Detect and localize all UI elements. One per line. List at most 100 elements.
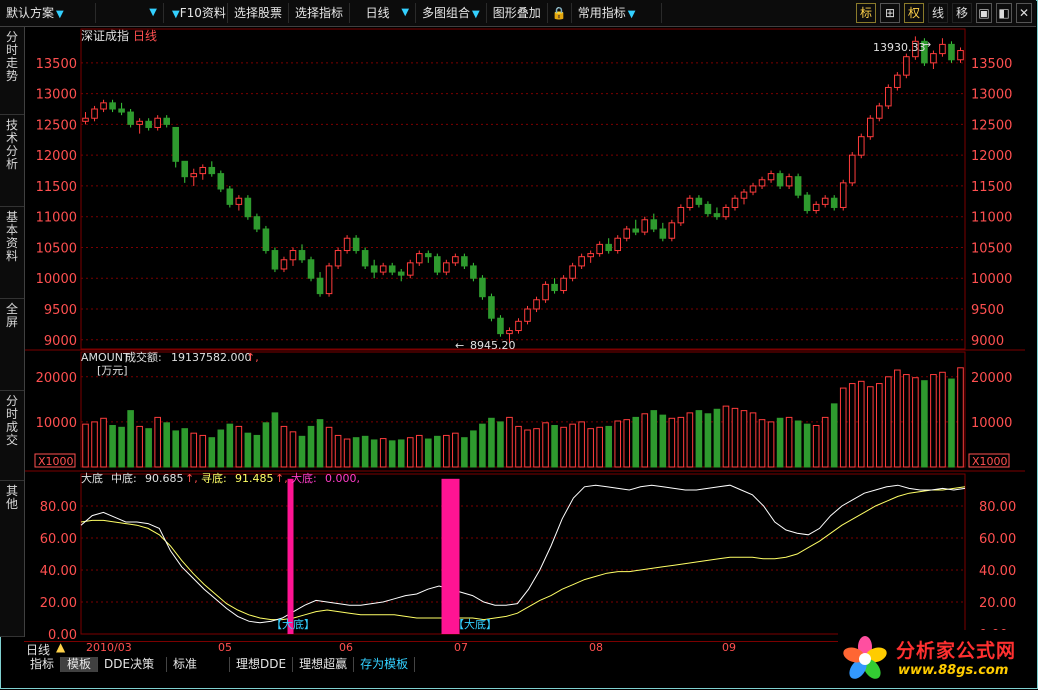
candle-body bbox=[551, 283, 558, 292]
y-tick-label: 60.00 bbox=[979, 532, 1016, 547]
volume-bar bbox=[379, 438, 387, 468]
y-tick-label: 80.00 bbox=[979, 500, 1016, 515]
y-tick-label: 12000 bbox=[971, 149, 1012, 164]
common-indicator-dropdown[interactable]: 常用指标 ▼ bbox=[572, 3, 662, 23]
candle-body bbox=[82, 117, 89, 122]
volume-bar bbox=[488, 417, 495, 468]
volume-bar bbox=[524, 429, 531, 468]
tab-save-template[interactable]: 存为模板 bbox=[354, 657, 416, 672]
candle-body bbox=[614, 237, 622, 252]
scheme-dropdown[interactable]: 默认方案 ▼ bbox=[0, 3, 96, 23]
tab-ideal-dde[interactable]: 理想DDE bbox=[230, 657, 294, 672]
watermark-name: 分析家公式网 bbox=[896, 640, 1017, 662]
candle-body bbox=[136, 120, 143, 125]
candle-body bbox=[217, 173, 225, 190]
candle-body bbox=[704, 203, 712, 215]
tab-label: 分时走势 bbox=[5, 30, 18, 83]
volume-bar bbox=[758, 419, 766, 468]
overlay-button[interactable]: 图形叠加 bbox=[487, 3, 548, 23]
period-dropdown[interactable]: 日线 ▼ bbox=[350, 3, 417, 23]
y-tick-label: 13500 bbox=[36, 57, 77, 72]
stock-code-dropdown[interactable]: ▼ bbox=[96, 3, 164, 23]
x-axis-month: 08 bbox=[589, 641, 603, 654]
indicator-mid-label: 中底: bbox=[111, 471, 137, 485]
f10-button[interactable]: ▼F10资料 bbox=[164, 3, 228, 23]
candle-body bbox=[370, 265, 378, 273]
candle-body bbox=[172, 126, 180, 162]
tab-technical[interactable]: 技术分析 bbox=[0, 115, 24, 207]
chart-area[interactable]: 深证成指 日线 13930.33 → ← 8945.20 AMOUNT 成交额:… bbox=[25, 27, 1025, 640]
lock-icon[interactable]: 🔒 bbox=[548, 3, 572, 23]
candle-body bbox=[812, 203, 820, 212]
candle-body bbox=[749, 185, 757, 193]
crosshair-icon[interactable]: ⊞ bbox=[880, 3, 900, 23]
volume-bar bbox=[190, 432, 198, 468]
volume-bar bbox=[172, 430, 180, 468]
multi-chart-label: 多图组合 bbox=[422, 6, 471, 20]
volume-bar bbox=[253, 434, 261, 468]
select-indicator-button[interactable]: 选择指标 bbox=[289, 3, 351, 23]
volume-bar bbox=[289, 431, 297, 468]
mark-button[interactable]: 标 bbox=[856, 3, 876, 23]
scheme-label: 默认方案 bbox=[6, 6, 55, 20]
volume-bar bbox=[235, 425, 243, 468]
candle-body bbox=[569, 265, 576, 279]
watermark-url: www.88gs.com bbox=[898, 663, 1009, 678]
close-icon[interactable]: ✕ bbox=[1016, 3, 1032, 23]
select-stock-button[interactable]: 选择股票 bbox=[228, 3, 290, 23]
tab-fullscreen[interactable]: 全屏 bbox=[0, 299, 24, 391]
volume-bar bbox=[244, 432, 252, 468]
tab-template[interactable]: 模板 bbox=[61, 657, 99, 672]
candle-body bbox=[361, 250, 369, 267]
panel-toggle-icon[interactable]: ◧ bbox=[996, 3, 1012, 23]
y-tick-label: 80.00 bbox=[40, 500, 77, 515]
y-tick-label: 10000 bbox=[36, 272, 77, 287]
indicator-series bbox=[80, 478, 966, 634]
tab-indicator[interactable]: 指标 bbox=[24, 657, 62, 672]
signal-label-big-bottom: 【大底】 bbox=[271, 617, 315, 631]
warning-triangle-icon[interactable]: ▲ bbox=[56, 640, 65, 654]
volume-bar bbox=[641, 413, 649, 468]
volume-bar bbox=[415, 434, 423, 468]
volume-bar bbox=[930, 374, 937, 468]
candle-body bbox=[497, 317, 504, 335]
volume-bar bbox=[307, 425, 315, 468]
tab-fundamentals[interactable]: 基本资料 bbox=[0, 207, 24, 299]
candle-body bbox=[650, 219, 658, 230]
tab-tick-trades[interactable]: 分时成交 bbox=[0, 391, 24, 481]
indicator-big-value: 0.000, bbox=[325, 472, 360, 485]
volume-bar bbox=[569, 423, 576, 468]
candle-body bbox=[262, 228, 270, 252]
candle-body bbox=[515, 320, 522, 332]
y-tick-label: 11500 bbox=[971, 180, 1012, 195]
tab-intraday[interactable]: 分时走势 bbox=[0, 27, 24, 115]
candle-body bbox=[740, 191, 748, 199]
volume-bar bbox=[578, 421, 585, 468]
tab-ideal-super-win[interactable]: 理想超赢 bbox=[293, 657, 355, 672]
candle-body bbox=[930, 53, 937, 64]
tab-other[interactable]: 其他 bbox=[0, 481, 24, 637]
candle-body bbox=[524, 308, 531, 322]
volume-bar bbox=[921, 380, 928, 468]
tab-standard[interactable]: 标准 bbox=[167, 657, 231, 672]
volume-bar bbox=[740, 410, 748, 468]
move-button[interactable]: 移 bbox=[952, 3, 972, 23]
volume-bar bbox=[127, 410, 134, 468]
candle-body bbox=[758, 179, 766, 187]
y-axes: 13500 13500 13000 13000 12500 12500 12000 12000… bbox=[34, 57, 1016, 640]
y-tick-label: 11000 bbox=[36, 211, 77, 226]
candle-body bbox=[424, 253, 432, 258]
weight-button[interactable]: 权 bbox=[904, 3, 924, 23]
y-tick-label: 10000 bbox=[971, 272, 1012, 287]
line-button[interactable]: 线 bbox=[928, 3, 948, 23]
bottom-tab-bar: 指标 模板 DDE决策 标准 理想DDE 理想超赢 存为模板 bbox=[24, 656, 924, 673]
tab-dde-decision[interactable]: DDE决策 bbox=[98, 657, 168, 672]
volume-bar bbox=[839, 387, 847, 468]
volume-bar bbox=[830, 403, 838, 468]
candle-body bbox=[903, 56, 910, 76]
y-tick-label: 13000 bbox=[36, 88, 77, 103]
window-restore-icon[interactable]: ▣ bbox=[976, 3, 992, 23]
volume-bar bbox=[767, 421, 775, 468]
multi-chart-dropdown[interactable]: 多图组合 ▼ bbox=[416, 3, 487, 23]
volume-bar bbox=[217, 429, 225, 468]
